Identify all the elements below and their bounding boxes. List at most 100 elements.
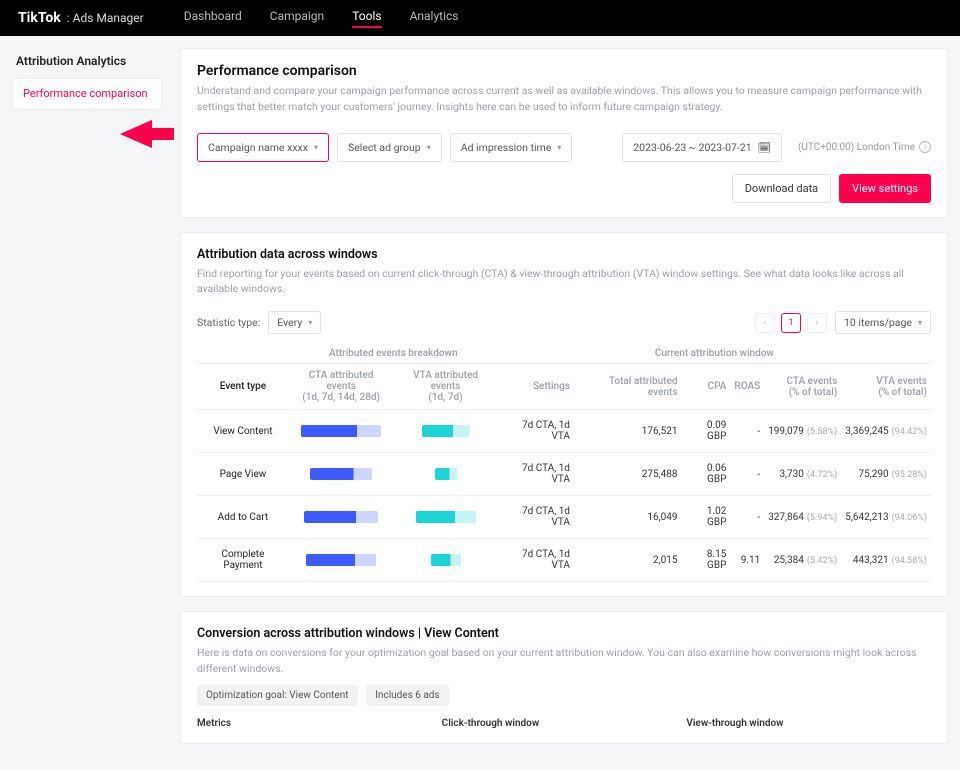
calendar-icon: 🗓 (758, 141, 771, 154)
cell-cta-events: 3,730(4.72%) (764, 453, 841, 496)
conversion-card: Conversion across attribution windows | … (180, 611, 948, 744)
cell-settings: 7d CTA, 1d VTA (498, 453, 574, 496)
table-row: Page View 7d CTA, 1d VTA275,4880.06 GBP-3… (197, 453, 931, 496)
chip-opt-goal: Optimization goal: View Content (197, 685, 358, 706)
adgroup-select[interactable]: Select ad group ▾ (337, 133, 442, 162)
col-vta-ev: VTA events (% of total) (841, 364, 931, 410)
sidebar-item-performance[interactable]: Performance comparison (12, 78, 162, 110)
time-select-label: Ad impression time (461, 141, 552, 154)
nav-analytics[interactable]: Analytics (410, 9, 459, 28)
nav-tools[interactable]: Tools (352, 9, 381, 28)
download-data-button[interactable]: Download data (732, 174, 831, 203)
cell-vta-events: 443,321(94.58%) (841, 539, 931, 582)
cell-event: Page View (197, 453, 289, 496)
time-select[interactable]: Ad impression time ▾ (450, 133, 573, 162)
pager-current[interactable]: 1 (781, 313, 801, 333)
cell-vta-bar (393, 539, 497, 582)
cell-event: Complete Payment (197, 539, 289, 582)
col-click-window: Click-through window (442, 718, 687, 729)
top-nav: Dashboard Campaign Tools Analytics (184, 9, 459, 28)
cell-total: 176,521 (574, 410, 682, 453)
cell-cta-bar (289, 410, 394, 453)
col-total: Total attributed events (574, 364, 682, 410)
sidebar: Attribution Analytics Performance compar… (12, 48, 162, 758)
section2-desc: Here is data on conversions for your opt… (197, 645, 931, 677)
col-cpa: CPA (681, 364, 730, 410)
cell-roas: 9.11 (730, 539, 764, 582)
cell-vta-events: 3,369,245(94.42%) (841, 410, 931, 453)
view-settings-button[interactable]: View settings (839, 174, 931, 203)
section1-title: Attribution data across windows (197, 247, 931, 262)
timezone-label: (UTC+00:00) London Time i (798, 141, 931, 153)
cell-vta-bar (393, 453, 497, 496)
attribution-table: Attributed events breakdown Current attr… (197, 344, 931, 582)
cell-settings: 7d CTA, 1d VTA (498, 496, 574, 539)
cell-roas: - (730, 453, 764, 496)
brand-name: TikTok (18, 10, 61, 26)
cell-total: 275,488 (574, 453, 682, 496)
table-row: View Content7d CTA, 1d VTA176,5210.09 GB… (197, 410, 931, 453)
section2-title: Conversion across attribution windows | … (197, 626, 931, 641)
pager-prev[interactable]: ‹ (755, 313, 775, 333)
chevron-down-icon: ▾ (557, 143, 561, 152)
adgroup-select-label: Select ad group (348, 141, 421, 154)
chevron-down-icon: ▾ (308, 318, 312, 327)
timezone-text: (UTC+00:00) London Time (798, 142, 915, 153)
section1-desc: Find reporting for your events based on … (197, 266, 931, 298)
campaign-select-label: Campaign name xxxx (208, 141, 308, 154)
col-group-current: Current attribution window (498, 344, 931, 364)
col-vta: VTA attributed events (1d, 7d) (393, 364, 497, 410)
cell-cta-events: 199,079(5.58%) (764, 410, 841, 453)
pager-next[interactable]: › (807, 313, 827, 333)
sidebar-title: Attribution Analytics (12, 48, 162, 74)
nav-dashboard[interactable]: Dashboard (184, 9, 242, 28)
campaign-select[interactable]: Campaign name xxxx ▾ (197, 133, 329, 162)
cell-event: Add to Cart (197, 496, 289, 539)
table-row: Add to Cart 7d CTA, 1d VTA16,0491.02 GBP-… (197, 496, 931, 539)
col-settings: Settings (498, 364, 574, 410)
date-range-label: 2023-06-23 ~ 2023-07-21 (633, 141, 751, 154)
chevron-down-icon: ▾ (314, 143, 318, 152)
cell-cpa: 0.09 GBP (681, 410, 730, 453)
col-view-window: View-through window (686, 718, 931, 729)
stat-type-select[interactable]: Every ▾ (268, 311, 321, 334)
col-roas: ROAS (730, 364, 764, 410)
brand-suffix: : Ads Manager (67, 11, 144, 25)
chip-ads-count: Includes 6 ads (366, 685, 448, 706)
cell-cpa: 0.06 GBP (681, 453, 730, 496)
date-range-picker[interactable]: 2023-06-23 ~ 2023-07-21 🗓 (622, 133, 782, 162)
col-cta: CTA attributed events (1d, 7d, 14d, 28d) (289, 364, 394, 410)
cell-roas: - (730, 410, 764, 453)
cell-vta-events: 75,290(95.28%) (841, 453, 931, 496)
cell-roas: - (730, 496, 764, 539)
cell-vta-events: 5,642,213(94.06%) (841, 496, 931, 539)
cell-event: View Content (197, 410, 289, 453)
pointer-arrow-icon (118, 114, 178, 154)
cell-settings: 7d CTA, 1d VTA (498, 539, 574, 582)
header-card: Performance comparison Understand and co… (180, 48, 948, 218)
table-row: Complete Payment7d CTA, 1d VTA2,0158.15 … (197, 539, 931, 582)
col-cta-ev: CTA events (% of total) (764, 364, 841, 410)
items-per-page-select[interactable]: 10 items/page ▾ (835, 311, 931, 334)
col-metrics: Metrics (197, 718, 442, 729)
top-bar: TikTok : Ads Manager Dashboard Campaign … (0, 0, 960, 36)
cell-cta-events: 327,864(5.94%) (764, 496, 841, 539)
info-icon[interactable]: i (919, 141, 931, 153)
col-event: Event type (197, 364, 289, 410)
stat-type-label: Statistic type: (197, 316, 260, 329)
logo: TikTok : Ads Manager (18, 10, 144, 26)
cell-cta-bar (289, 453, 394, 496)
col-group-breakdown: Attributed events breakdown (289, 344, 498, 364)
chevron-down-icon: ▾ (918, 318, 922, 327)
pager: ‹ 1 › (755, 313, 827, 333)
cell-cta-bar (289, 496, 394, 539)
nav-campaign[interactable]: Campaign (270, 9, 324, 28)
ipp-label: 10 items/page (844, 316, 912, 329)
cell-cta-events: 25,384(5.42%) (764, 539, 841, 582)
cell-cpa: 1.02 GBP (681, 496, 730, 539)
cell-vta-bar (393, 410, 497, 453)
page-desc: Understand and compare your campaign per… (197, 83, 931, 115)
cell-cpa: 8.15 GBP (681, 539, 730, 582)
cell-total: 16,049 (574, 496, 682, 539)
stat-type-value: Every (277, 316, 302, 329)
